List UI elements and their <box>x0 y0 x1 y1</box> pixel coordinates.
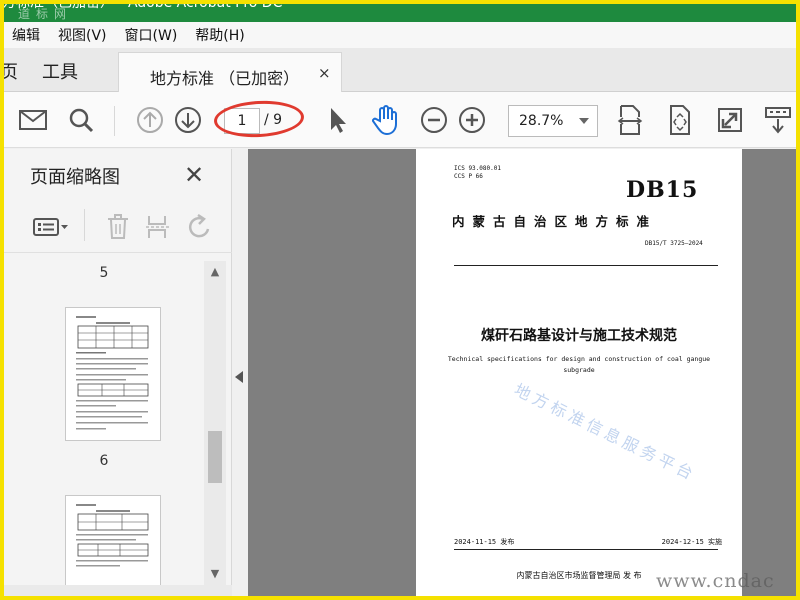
pdf-page: ICS 93.080.01 CCS P 66 DB15 内蒙古自治区地方标准 D… <box>416 149 742 600</box>
scrollbar-thumb[interactable] <box>208 431 222 483</box>
zoom-in-icon[interactable] <box>456 104 488 136</box>
menu-window[interactable]: 窗口(W) <box>125 25 178 45</box>
fit-width-icon[interactable] <box>614 104 646 136</box>
hand-tool-icon[interactable] <box>370 104 402 136</box>
thumbnail-options-icon[interactable] <box>30 211 72 243</box>
document-title-cn: 煤矸石路基设计与施工技术规范 <box>481 328 677 344</box>
trash-icon[interactable] <box>102 211 134 243</box>
page-thumbnails-panel: 页面缩略图 ✕ 5 6 ▲ ▼ <box>4 149 232 600</box>
standard-code: DB15 <box>626 177 699 203</box>
full-screen-icon[interactable] <box>714 104 746 136</box>
document-view[interactable]: ICS 93.080.01 CCS P 66 DB15 内蒙古自治区地方标准 D… <box>248 149 800 600</box>
panel-separator <box>84 209 85 241</box>
publish-date: 2024-11-15 发布 <box>454 538 515 546</box>
divider <box>454 549 718 550</box>
tab-document[interactable]: 地方标准 （已加密） × <box>118 52 342 93</box>
thumbnail-list: 5 6 <box>4 259 204 600</box>
tab-document-label: 地方标准 （已加密） <box>150 69 300 88</box>
page-watermark: 地方标准信息服务平台 <box>511 379 700 485</box>
toolbar-separator <box>114 106 115 136</box>
menu-help[interactable]: 帮助(H) <box>195 25 244 45</box>
extract-pages-icon[interactable] <box>142 211 174 243</box>
scroll-down-icon[interactable]: ▼ <box>208 567 222 581</box>
tab-tools[interactable]: 工具 <box>42 58 78 84</box>
email-icon[interactable] <box>17 104 49 136</box>
zoom-level-select[interactable]: 28.7% <box>508 105 598 137</box>
panel-toolbar <box>4 201 232 253</box>
scroll-up-icon[interactable]: ▲ <box>208 265 222 279</box>
divider <box>454 265 718 266</box>
ics-code: ICS 93.080.01 CCS P 66 <box>454 165 501 181</box>
ccs-line: CCS P 66 <box>454 173 483 180</box>
thumbnail-scrollbar[interactable]: ▲ ▼ <box>204 261 226 585</box>
collapse-panel-handle[interactable] <box>232 149 248 600</box>
document-title-en: Technical specifications for design and … <box>447 355 711 374</box>
rotate-icon[interactable] <box>184 211 216 243</box>
thumbnail-page-number: 6 <box>99 453 109 469</box>
implement-date: 2024-12-15 实施 <box>661 538 722 546</box>
title-bar: 方标准（已加密） - Adobe Acrobat Pro DC 道标网 <box>0 0 800 22</box>
toolbar: 1 / 9 28.7% <box>0 92 800 148</box>
ics-line: ICS 93.080.01 <box>454 165 501 172</box>
standard-number: DB15/T 3725—2024 <box>645 240 703 247</box>
page-thumbnail[interactable] <box>65 307 161 441</box>
horizontal-scrollbar[interactable] <box>4 585 232 600</box>
standard-region: 内蒙古自治区地方标准 <box>452 214 658 229</box>
previous-page-icon[interactable] <box>134 104 166 136</box>
zoom-out-icon[interactable] <box>418 104 450 136</box>
chevron-down-icon <box>579 118 589 124</box>
tab-bar: 页 工具 地方标准 （已加密） × <box>0 48 800 93</box>
menu-bar: 编辑 视图(V) 窗口(W) 帮助(H) <box>0 22 800 48</box>
fit-page-icon[interactable] <box>664 104 696 136</box>
close-panel-icon[interactable]: ✕ <box>184 161 204 189</box>
site-watermark: 道标网 <box>18 7 73 21</box>
search-icon[interactable] <box>65 104 97 136</box>
close-tab-icon[interactable]: × <box>318 64 331 82</box>
collapse-arrow-icon <box>235 371 243 383</box>
panel-title: 页面缩略图 <box>30 167 120 188</box>
url-watermark: www.cndac <box>656 570 775 592</box>
tab-home[interactable]: 页 <box>0 58 18 84</box>
next-page-icon[interactable] <box>172 104 204 136</box>
menu-edit[interactable]: 编辑 <box>12 25 40 45</box>
scroll-mode-icon[interactable] <box>762 104 794 136</box>
zoom-level-value: 28.7% <box>519 113 564 129</box>
thumbnail-page-number: 5 <box>99 265 109 281</box>
menu-view[interactable]: 视图(V) <box>58 25 107 45</box>
select-pointer-icon[interactable] <box>322 104 354 136</box>
